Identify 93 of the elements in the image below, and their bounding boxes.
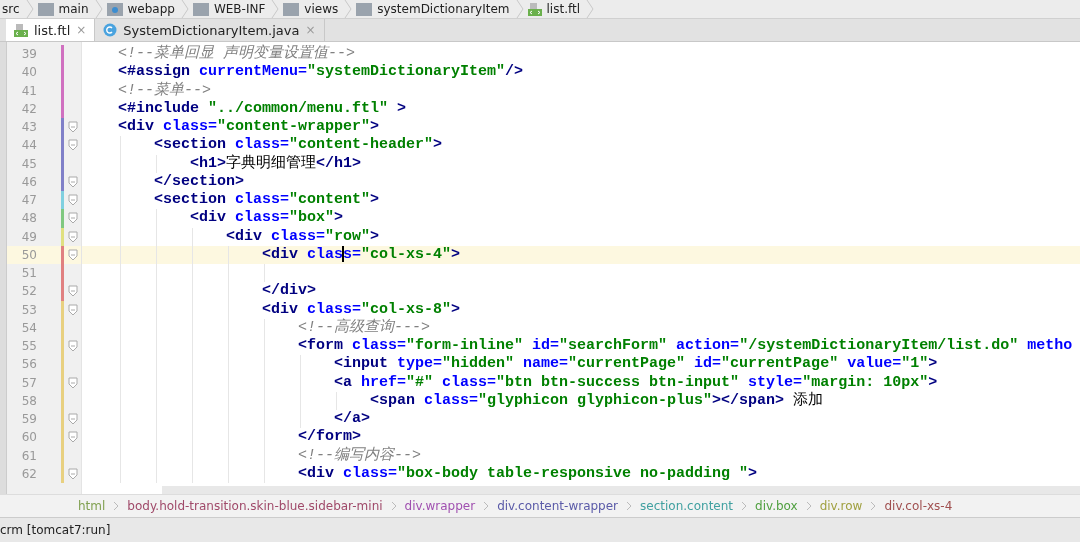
code-line: </form> bbox=[298, 428, 361, 446]
line-number: 42 bbox=[20, 101, 37, 116]
line-number: 45 bbox=[20, 156, 37, 171]
line-number: 50 bbox=[20, 247, 37, 262]
tag-breadcrumb[interactable]: section.content bbox=[640, 499, 734, 513]
line-number: 52 bbox=[20, 284, 37, 299]
line-number: 51 bbox=[20, 266, 37, 281]
code-line: <section class="content-header"> bbox=[154, 136, 443, 154]
code-line: <div class="box"> bbox=[190, 209, 344, 228]
code-line: <div class="content-wrapper"> bbox=[118, 118, 380, 137]
line-number: 56 bbox=[20, 357, 37, 372]
code-line: <#assign currentMenu="systemDictionaryItem"/> bbox=[118, 63, 524, 81]
line-number: 58 bbox=[20, 393, 37, 408]
code-line: <a href="#" class="btn btn-success btn-input" style="margin: 10px"> bbox=[334, 373, 938, 391]
fold-icon[interactable] bbox=[68, 212, 78, 225]
chevron-icon bbox=[483, 501, 490, 511]
breadcrumb-item[interactable]: list.ftl bbox=[523, 2, 586, 16]
folder-icon bbox=[106, 2, 123, 16]
chevron-icon bbox=[805, 501, 812, 511]
tag-breadcrumb[interactable]: div.wrapper bbox=[404, 499, 476, 513]
line-number: 54 bbox=[20, 320, 37, 335]
folder-icon bbox=[37, 2, 54, 16]
chevron-icon bbox=[113, 501, 120, 511]
folder-icon bbox=[192, 2, 209, 16]
chevron-icon bbox=[741, 501, 748, 511]
code-line: <!--菜单回显 声明变量设置值--> bbox=[118, 45, 355, 64]
run-status: crm [tomcat7:run] bbox=[0, 523, 111, 537]
fold-icon[interactable] bbox=[68, 376, 78, 389]
fold-icon[interactable] bbox=[68, 230, 78, 243]
code-line: <h1>字典明细管理</h1> bbox=[190, 154, 362, 173]
line-number: 47 bbox=[20, 193, 37, 208]
folder-icon bbox=[283, 2, 300, 16]
tag-breadcrumb[interactable]: div.content-wrapper bbox=[497, 499, 619, 513]
code-line: <section class="content"> bbox=[154, 191, 380, 210]
line-number: 48 bbox=[20, 211, 37, 226]
code-line: <div class="box-body table-responsive no-padding "> bbox=[298, 464, 758, 483]
line-number: 60 bbox=[20, 430, 37, 445]
line-number: 59 bbox=[20, 412, 37, 427]
fold-icon[interactable] bbox=[68, 431, 78, 444]
line-number: 46 bbox=[20, 174, 37, 189]
class-icon bbox=[103, 23, 118, 37]
code-line: </div> bbox=[262, 282, 316, 301]
code-line: </a> bbox=[334, 410, 370, 429]
line-number: 39 bbox=[20, 47, 37, 62]
file-icon bbox=[14, 23, 28, 37]
line-number: 44 bbox=[20, 138, 37, 153]
fold-icon[interactable] bbox=[68, 303, 78, 316]
code-line: <form class="form-inline" id="searchForm" action="/systemDictionaryItem/list.do" metho bbox=[298, 337, 1073, 356]
file-icon bbox=[527, 2, 542, 16]
chevron-icon bbox=[870, 501, 877, 511]
chevron-icon bbox=[626, 501, 633, 511]
editor-tab[interactable]: list.ftl × bbox=[6, 19, 96, 41]
breadcrumb-item[interactable]: main bbox=[33, 2, 95, 16]
tag-breadcrumb[interactable]: body.hold-transition.skin-blue.sidebar-mini bbox=[127, 499, 383, 513]
fold-icon[interactable] bbox=[68, 194, 78, 207]
chevron-icon bbox=[390, 501, 397, 511]
line-number: 41 bbox=[20, 83, 37, 98]
line-number: 62 bbox=[20, 466, 37, 481]
fold-icon[interactable] bbox=[68, 413, 78, 426]
fold-icon[interactable] bbox=[68, 285, 78, 298]
code-line: <input type="hidden" name="currentPage" id="currentPage" value="1"> bbox=[334, 355, 938, 374]
line-number: 57 bbox=[20, 375, 37, 390]
line-number: 61 bbox=[20, 448, 37, 463]
fold-icon[interactable] bbox=[68, 248, 78, 261]
code-line: <div class="col-xs-4"> bbox=[262, 245, 461, 264]
code-line: <!--菜单--> bbox=[118, 81, 211, 100]
code-line: </section> bbox=[154, 172, 244, 191]
fold-icon[interactable] bbox=[68, 139, 78, 152]
breadcrumb-item[interactable]: webapp bbox=[102, 2, 181, 16]
tag-breadcrumb[interactable]: div.col-xs-4 bbox=[884, 499, 953, 513]
fold-icon[interactable] bbox=[68, 340, 78, 353]
code-line: <div class="row"> bbox=[226, 227, 380, 246]
fold-icon[interactable] bbox=[68, 467, 78, 480]
code-line: <!--编写内容--> bbox=[298, 446, 421, 465]
breadcrumb-item[interactable]: WEB-INF bbox=[188, 2, 272, 16]
code-line: <span class="glyphicon glyphicon-plus"></span> 添加 bbox=[370, 391, 824, 410]
code-line: <#include "../common/menu.ftl" > bbox=[118, 99, 407, 118]
folder-icon bbox=[356, 2, 373, 16]
code-line: <div class="col-xs-8"> bbox=[262, 300, 461, 318]
breadcrumb-item[interactable]: src bbox=[0, 2, 26, 16]
line-number: 40 bbox=[20, 65, 37, 80]
line-number: 43 bbox=[20, 120, 37, 135]
line-number: 53 bbox=[20, 302, 37, 317]
fold-icon[interactable] bbox=[68, 175, 78, 188]
close-icon[interactable]: × bbox=[76, 23, 87, 37]
tag-breadcrumb[interactable]: div.box bbox=[755, 499, 798, 513]
horizontal-scrollbar[interactable] bbox=[162, 486, 1080, 494]
code-line: <!--高级查询---> bbox=[298, 318, 430, 337]
line-number: 55 bbox=[20, 339, 37, 354]
breadcrumb-item[interactable]: systemDictionaryItem bbox=[352, 2, 516, 16]
line-number: 49 bbox=[20, 229, 37, 244]
fold-icon[interactable] bbox=[68, 121, 78, 134]
breadcrumb-item[interactable]: views bbox=[279, 2, 345, 16]
